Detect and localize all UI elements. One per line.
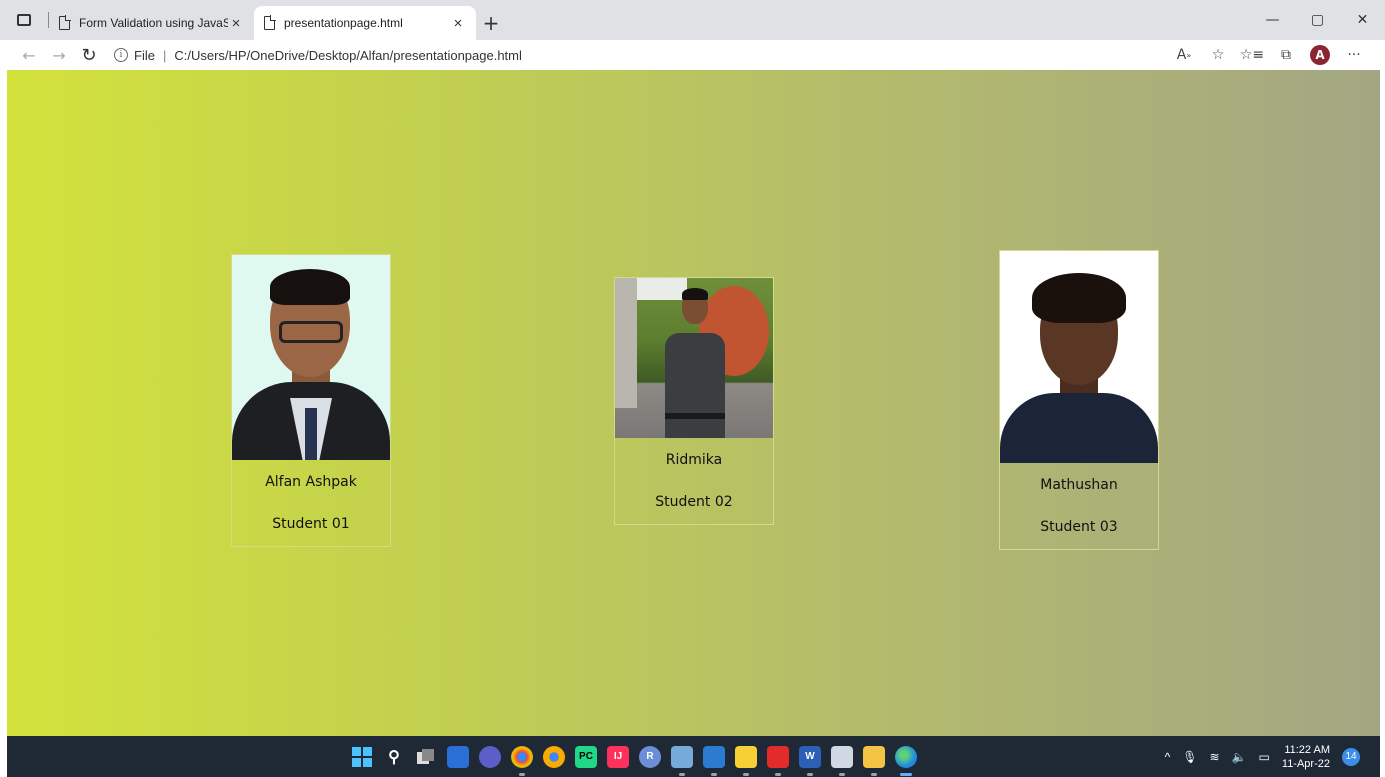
snipping-tool-icon[interactable] [831,745,853,776]
toolbar-icons: A» ☆ ☆≡ ⧉ A ··· [1167,40,1371,70]
favorites-icon[interactable]: ☆≡ [1235,40,1269,70]
rstudio-icon[interactable] [671,745,693,776]
tab-close-icon[interactable]: × [228,15,244,32]
tab-actions-button[interactable] [0,0,48,40]
window-controls: — ▢ ✕ [1250,0,1385,40]
wifi-icon[interactable]: ≋ [1210,750,1220,764]
chrome-canary-icon[interactable] [543,745,565,768]
collections-icon[interactable]: ⧉ [1269,40,1303,70]
system-tray: ^ 🎙 ≋ 🔈 ▭ 11:22 AM 11-Apr-22 14 [1165,736,1360,777]
url-separator: | [162,47,167,63]
url-text: C:/Users/HP/OneDrive/Desktop/Alfan/prese… [174,47,522,63]
minimize-button[interactable]: — [1250,0,1295,40]
taskbar-apps: ⚲ PC IJ R W [351,736,917,777]
tab-title: Form Validation using JavaScript [79,16,228,30]
r-icon[interactable]: R [639,745,661,768]
battery-icon[interactable]: ▭ [1259,750,1270,764]
info-icon[interactable]: i [114,48,128,62]
taskbar: ⚲ PC IJ R W ^ 🎙 ≋ 🔈 ▭ 11:22 AM 11-Apr-22… [7,736,1380,777]
student-name: Ridmika [665,452,723,468]
student-photo [232,255,390,460]
refresh-button[interactable]: ↻ [74,40,104,70]
search-icon[interactable]: ⚲ [383,746,405,768]
student-name: Alfan Ashpak [265,474,357,490]
tab-actions-icon [17,14,31,26]
pycharm-icon[interactable]: PC [575,745,597,768]
volume-icon[interactable]: 🔈 [1232,750,1247,764]
photos-icon[interactable] [703,745,725,776]
acrobat-icon[interactable] [767,745,789,776]
intellij-icon[interactable]: IJ [607,745,629,768]
tab-presentationpage[interactable]: presentationpage.html × [254,6,476,40]
start-icon[interactable] [351,746,373,768]
student-photo [1000,251,1158,463]
chrome-icon[interactable] [511,745,533,776]
close-window-button[interactable]: ✕ [1340,0,1385,40]
edge-icon[interactable] [895,745,917,776]
profile-avatar[interactable]: A [1310,45,1330,65]
notification-badge[interactable]: 14 [1342,747,1360,766]
student-role: Student 01 [272,516,350,532]
microphone-icon[interactable]: 🎙 [1182,750,1197,764]
read-aloud-icon[interactable]: A» [1167,40,1201,70]
maximize-button[interactable]: ▢ [1295,0,1340,40]
widgets-icon[interactable] [447,745,469,768]
chat-icon[interactable] [479,745,501,768]
add-favorite-icon[interactable]: ☆ [1201,40,1235,70]
document-icon [264,15,276,30]
forward-button[interactable]: → [44,40,74,70]
student-photo [615,278,773,438]
back-button[interactable]: ← [14,40,44,70]
student-card: Alfan Ashpak Student 01 [231,254,391,547]
file-explorer-icon[interactable] [863,745,885,776]
more-menu-icon[interactable]: ··· [1337,40,1371,70]
student-role: Student 03 [1040,519,1118,535]
tab-close-icon[interactable]: × [450,15,466,32]
chevron-up-icon[interactable]: ^ [1165,750,1171,764]
document-icon [59,15,71,30]
url-input[interactable]: i File | C:/Users/HP/OneDrive/Desktop/Al… [114,43,1114,67]
word-icon[interactable]: W [799,745,821,776]
clock-date: 11-Apr-22 [1281,757,1330,770]
task-view-icon[interactable] [415,746,437,768]
tab-form-validation[interactable]: Form Validation using JavaScript × [49,6,254,40]
protocol-label: File [134,47,155,63]
tab-title: presentationpage.html [284,16,403,30]
page-content: Alfan Ashpak Student 01 Ridmika Student … [7,70,1380,736]
new-tab-button[interactable]: + [476,6,506,40]
address-bar: ← → ↻ i File | C:/Users/HP/OneDrive/Desk… [0,40,1385,70]
student-card: Ridmika Student 02 [614,277,774,525]
student-card: Mathushan Student 03 [999,250,1159,550]
sticky-notes-icon[interactable] [735,745,757,776]
clock-time: 11:22 AM [1284,743,1330,756]
student-role: Student 02 [655,494,733,510]
tab-bar: Form Validation using JavaScript × prese… [0,0,1385,40]
student-name: Mathushan [1040,477,1118,493]
clock[interactable]: 11:22 AM 11-Apr-22 [1282,743,1330,771]
